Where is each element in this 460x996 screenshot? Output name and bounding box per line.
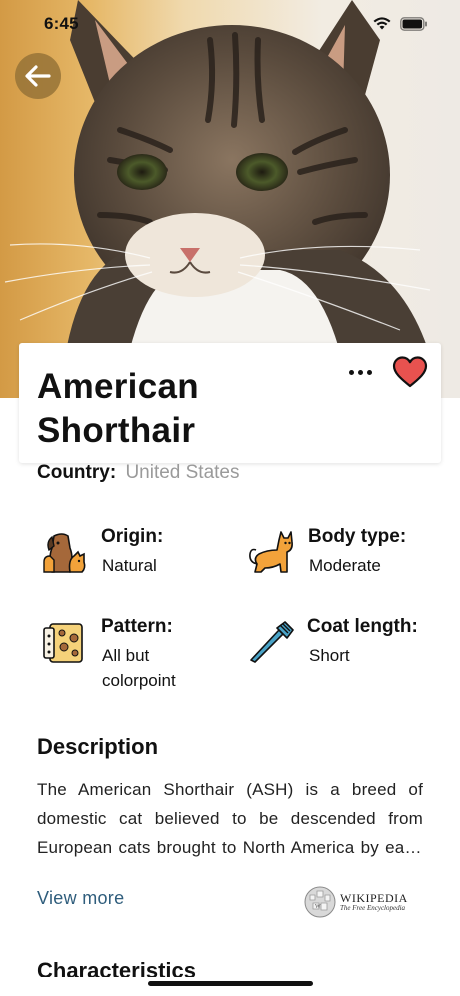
attribute-pattern-value: All but colorpoint [102, 646, 176, 690]
view-more-link[interactable]: View more [37, 888, 124, 909]
attribute-origin-label: Origin: [101, 526, 164, 547]
characteristics-heading: Characteristics [37, 958, 196, 977]
description-text: The American Shorthair (ASH) is a breed … [37, 780, 423, 857]
wikipedia-globe-icon: W [304, 886, 336, 918]
wifi-icon [373, 17, 391, 30]
cat-photo-image [4, 0, 440, 398]
more-dot-icon [357, 369, 363, 375]
more-options-button[interactable] [342, 361, 378, 383]
comb-icon [250, 621, 294, 663]
more-dot-icon [348, 369, 354, 375]
attribute-coat-length-label: Coat length: [307, 616, 418, 637]
pattern-swatch-icon [43, 623, 83, 663]
svg-text:W: W [315, 904, 321, 910]
country-value: United States [125, 462, 240, 483]
attribute-pattern-label: Pattern: [101, 616, 173, 637]
breed-photo [0, 0, 460, 398]
home-indicator[interactable] [148, 981, 313, 986]
status-bar: 6:45 [0, 0, 460, 48]
country-label: Country: [37, 462, 117, 483]
more-dot-icon [366, 369, 372, 375]
wikipedia-tagline: The Free Encyclopedia [340, 904, 406, 912]
battery-icon [400, 16, 427, 31]
description-heading: Description [37, 734, 159, 759]
attribute-coat-length-value: Short [309, 646, 350, 665]
wikipedia-logo[interactable]: W WIKIPEDIA The Free Encyclopedia [304, 886, 408, 918]
country-row: Country: United States [37, 462, 240, 484]
dog-and-cat-icon [43, 533, 86, 573]
status-icons [372, 16, 428, 31]
arrow-left-icon [25, 65, 51, 87]
attribute-origin-value: Natural [102, 556, 157, 575]
wikipedia-wordmark: WIKIPEDIA The Free Encyclopedia [340, 892, 408, 912]
status-time: 6:45 [44, 14, 79, 33]
cat-silhouette-icon [249, 531, 293, 573]
breed-name: American Shorthair [37, 367, 199, 450]
back-button[interactable] [15, 53, 61, 99]
attribute-body-type-value: Moderate [309, 556, 381, 575]
wikipedia-name: WIKIPEDIA [340, 891, 408, 905]
favorite-heart-icon[interactable] [392, 355, 428, 389]
attribute-body-type-label: Body type: [308, 526, 407, 547]
